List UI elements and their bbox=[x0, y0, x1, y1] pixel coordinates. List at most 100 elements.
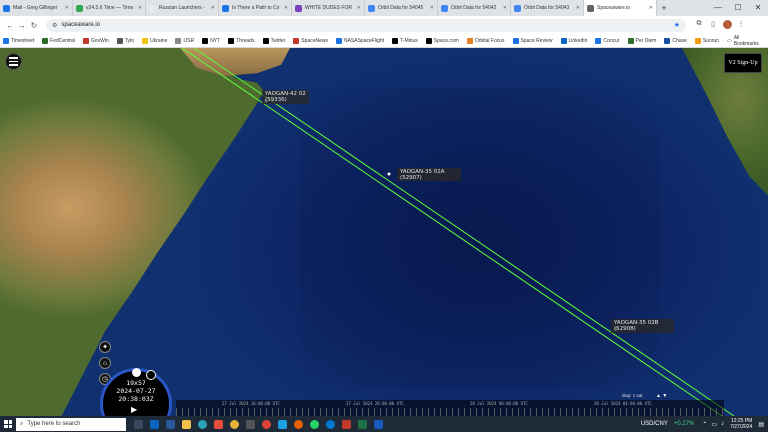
bookmark-item[interactable]: T-Minus bbox=[392, 37, 418, 44]
store-icon[interactable] bbox=[210, 416, 226, 432]
bookmark-item[interactable]: Space Review bbox=[512, 37, 553, 44]
tab-label: Orbit Data for 54043 bbox=[524, 5, 570, 11]
satellite-label[interactable]: YAOGAN-35 02A (52907) bbox=[397, 168, 461, 181]
tab-close-icon[interactable]: ✕ bbox=[211, 5, 215, 11]
new-tab-button[interactable]: + bbox=[657, 3, 671, 13]
chrome-icon[interactable] bbox=[226, 416, 242, 432]
firefox-icon[interactable] bbox=[290, 416, 306, 432]
bookmark-item[interactable]: Tyto bbox=[116, 37, 134, 44]
bookmark-item[interactable]: Twitter bbox=[262, 37, 285, 44]
time-speed-knob[interactable] bbox=[132, 368, 141, 377]
bookmark-item[interactable]: Timesheet bbox=[3, 37, 34, 44]
word-alt-icon[interactable] bbox=[370, 416, 386, 432]
tab-close-icon[interactable]: ✕ bbox=[649, 5, 653, 11]
network-icon[interactable]: ▭ bbox=[711, 421, 717, 428]
minimize-icon[interactable]: — bbox=[708, 0, 728, 16]
bookmark-item[interactable]: Orbital Focus bbox=[466, 37, 505, 44]
maximize-icon[interactable]: ☐ bbox=[728, 0, 748, 16]
edge-icon[interactable] bbox=[194, 416, 210, 432]
zoom-arrows-icon[interactable]: ▲ ▼ bbox=[656, 393, 667, 399]
satellite-label[interactable]: YAOGAN-42 02 (59336) bbox=[262, 90, 309, 104]
forward-icon[interactable]: → bbox=[16, 21, 28, 30]
play-icon[interactable]: ▶ bbox=[131, 405, 137, 414]
bookmark-star-icon[interactable]: ★ bbox=[674, 21, 680, 29]
tab-close-icon[interactable]: ✕ bbox=[576, 5, 580, 11]
bookmark-item[interactable]: NASASpaceFlight bbox=[335, 37, 384, 44]
whatsapp-icon[interactable] bbox=[306, 416, 322, 432]
satellite-id: (59336) bbox=[265, 97, 287, 103]
bookmark-favicon-icon bbox=[293, 37, 300, 44]
sidepanel-icon[interactable]: ▯ bbox=[706, 20, 720, 31]
acrobat-icon[interactable] bbox=[338, 416, 354, 432]
site-info-icon[interactable]: ⚙ bbox=[52, 22, 57, 29]
tab-close-icon[interactable]: ✕ bbox=[138, 5, 142, 11]
timeline-tick-label: 27 Jul 2024 16:00:00 UTC bbox=[222, 401, 280, 406]
browser-tab[interactable]: Mail - Greg Gillinger ✕ bbox=[0, 0, 73, 16]
browser-tab[interactable]: Orbit Data for 54042 ✕ bbox=[438, 0, 511, 16]
url-input[interactable]: ⚙ spaceaware.io ★ bbox=[46, 18, 686, 32]
browser-tab[interactable]: Spaceaware.io ✕ bbox=[584, 0, 657, 16]
browser-tab[interactable]: Is There a Path to Co ✕ bbox=[219, 0, 292, 16]
outlook-icon[interactable] bbox=[146, 416, 162, 432]
browser-tab[interactable]: Orbit Data for 54043 ✕ bbox=[511, 0, 584, 16]
globe-map-view[interactable]: YAOGAN-42 02 (59336) YAOGAN-35 02A (5290… bbox=[0, 48, 768, 416]
tab-close-icon[interactable]: ✕ bbox=[503, 5, 507, 11]
taskbar-search-input[interactable]: ⌕ Type here to search bbox=[16, 417, 126, 431]
volume-icon[interactable]: ♪ bbox=[721, 421, 724, 427]
bookmark-item[interactable]: Concur bbox=[595, 37, 620, 44]
skype-icon[interactable] bbox=[322, 416, 338, 432]
browser-tab[interactable]: WHITE DUDES FOR ✕ bbox=[292, 0, 365, 16]
bookmark-favicon-icon bbox=[694, 37, 701, 44]
bookmark-item[interactable]: IJSR bbox=[175, 37, 194, 44]
bookmark-item[interactable]: Ukraine bbox=[142, 37, 167, 44]
close-window-icon[interactable]: ✕ bbox=[748, 0, 768, 16]
windows-start-button[interactable] bbox=[0, 416, 16, 432]
bookmark-item[interactable]: FedCentral bbox=[42, 37, 75, 44]
satellite-label[interactable]: YAOGAN-35 02B (52908) bbox=[611, 319, 674, 333]
browser-tab[interactable]: v24.5.6 Time — Time ✕ bbox=[73, 0, 146, 16]
excel-icon[interactable] bbox=[354, 416, 370, 432]
bookmark-item[interactable]: LinkedIn bbox=[560, 37, 587, 44]
tab-close-icon[interactable]: ✕ bbox=[65, 5, 69, 11]
bookmark-favicon-icon bbox=[595, 37, 602, 44]
calculator-icon[interactable] bbox=[242, 416, 258, 432]
v2-signup-button[interactable]: V2 Sign-Up bbox=[724, 53, 762, 73]
tab-favicon-icon bbox=[587, 4, 594, 12]
satellite-filter-icon[interactable]: ✦ bbox=[99, 341, 111, 353]
bookmark-item[interactable]: GovWin bbox=[82, 37, 109, 44]
task-view-icon[interactable] bbox=[130, 416, 146, 432]
tab-close-icon[interactable]: ✕ bbox=[284, 5, 288, 11]
chrome-alt-icon[interactable] bbox=[258, 416, 274, 432]
back-icon[interactable]: ← bbox=[4, 21, 16, 30]
menu-kebab-icon[interactable]: ⋮ bbox=[734, 20, 748, 31]
satellite-marker[interactable] bbox=[387, 172, 391, 176]
word-icon[interactable] bbox=[162, 416, 178, 432]
tab-close-icon[interactable]: ✕ bbox=[430, 5, 434, 11]
all-bookmarks-button[interactable]: ▭ All Bookmarks bbox=[727, 35, 765, 47]
main-menu-button[interactable] bbox=[5, 53, 22, 70]
taskbar-clock[interactable]: 12:25 PM 7/27/2024 bbox=[730, 418, 752, 430]
profile-avatar[interactable] bbox=[720, 19, 734, 31]
bookmark-item[interactable]: NYT bbox=[202, 37, 220, 44]
bookmark-item[interactable]: SpaceNews bbox=[293, 37, 328, 44]
home-icon[interactable]: ⌂ bbox=[99, 357, 111, 369]
bookmark-item[interactable]: Space.com bbox=[425, 37, 459, 44]
notifications-icon[interactable]: ▤ bbox=[758, 421, 764, 428]
media-icon[interactable] bbox=[274, 416, 290, 432]
bookmark-label: Sunrun bbox=[702, 37, 719, 44]
folder-app-icon[interactable] bbox=[178, 416, 194, 432]
bookmark-item[interactable]: Per Diem bbox=[627, 37, 656, 44]
timeline-bar[interactable]: 27 Jul 2024 16:00:00 UTC 27 Jul 2024 20:… bbox=[176, 400, 724, 416]
bookmark-item[interactable]: Threads bbox=[228, 37, 255, 44]
tab-favicon-icon bbox=[514, 4, 521, 12]
browser-tab[interactable]: Russian Launchers - ✕ bbox=[146, 0, 219, 16]
extensions-icon[interactable]: ⧉ bbox=[692, 20, 706, 31]
tab-close-icon[interactable]: ✕ bbox=[357, 5, 361, 11]
bookmark-item[interactable]: Chase bbox=[664, 37, 687, 44]
currency-pair[interactable]: USD/CNY bbox=[641, 421, 668, 427]
tray-chevron-icon[interactable]: ⌃ bbox=[702, 421, 707, 428]
browser-tab[interactable]: Orbit Data for 54045 ✕ bbox=[365, 0, 438, 16]
reload-icon[interactable]: ↻ bbox=[28, 21, 40, 30]
tab-label: Russian Launchers - bbox=[159, 5, 205, 11]
bookmark-item[interactable]: Sunrun bbox=[694, 37, 719, 44]
